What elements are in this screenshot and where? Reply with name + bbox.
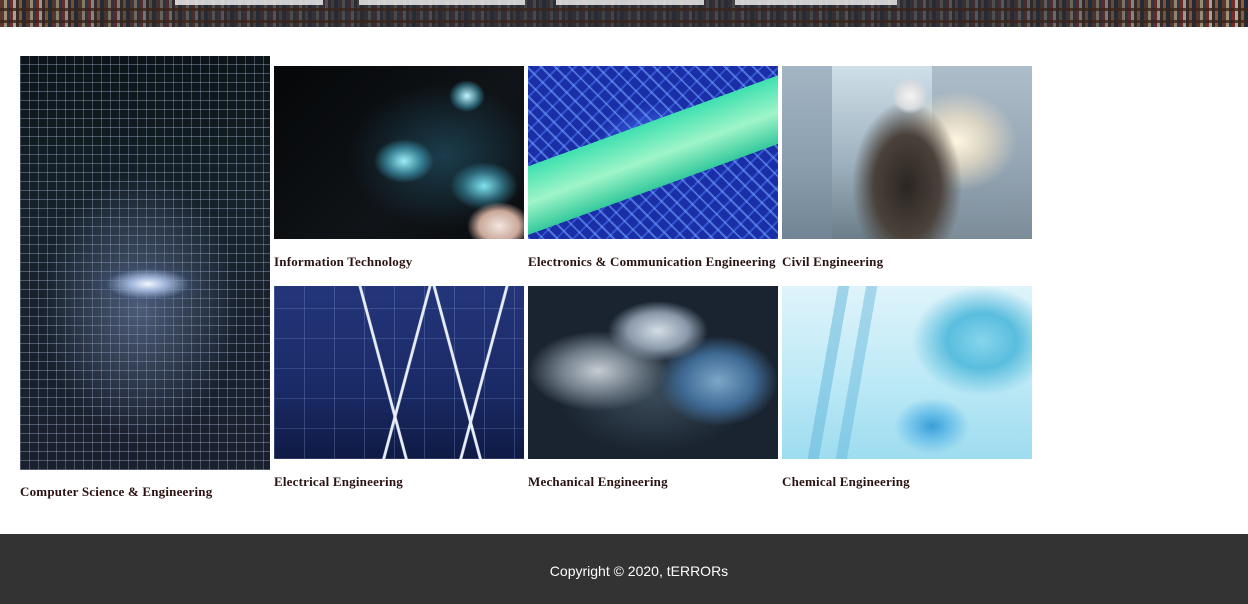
che-image[interactable] <box>782 286 1032 459</box>
department-label-civil[interactable]: Civil Engineering <box>782 254 883 270</box>
department-label-che[interactable]: Chemical Engineering <box>782 474 910 490</box>
footer: Copyright © 2020, tERRORs <box>0 534 1248 604</box>
department-card-ee[interactable]: Electrical Engineering <box>274 286 524 496</box>
department-label-it[interactable]: Information Technology <box>274 254 412 270</box>
ee-image[interactable] <box>274 286 524 459</box>
department-label-me[interactable]: Mechanical Engineering <box>528 474 668 490</box>
civil-image[interactable] <box>782 66 1032 239</box>
header-banner-image <box>0 0 1248 27</box>
department-card-ece[interactable]: Electronics & Communication Engineering <box>528 66 778 276</box>
department-label-ee[interactable]: Electrical Engineering <box>274 474 403 490</box>
cse-image[interactable] <box>20 56 270 470</box>
copyright-text: Copyright © 2020, tERRORs <box>549 563 729 579</box>
ece-image[interactable] <box>528 66 778 239</box>
department-label-cse[interactable]: Computer Science & Engineering <box>20 484 212 500</box>
me-image[interactable] <box>528 286 778 459</box>
nav-tab-1[interactable] <box>175 0 323 5</box>
department-card-cse[interactable]: Computer Science & Engineering <box>20 56 270 506</box>
it-image[interactable] <box>274 66 524 239</box>
department-card-civil[interactable]: Civil Engineering <box>782 66 1032 276</box>
department-label-ece[interactable]: Electronics & Communication Engineering <box>528 254 776 270</box>
department-card-it[interactable]: Information Technology <box>274 66 524 276</box>
department-card-me[interactable]: Mechanical Engineering <box>528 286 778 496</box>
department-card-che[interactable]: Chemical Engineering <box>782 286 1032 496</box>
nav-tab-4[interactable] <box>735 0 897 5</box>
nav-tab-3[interactable] <box>556 0 704 5</box>
nav-tab-2[interactable] <box>359 0 525 5</box>
footer-copyright: Copyright © 2020, tERRORs <box>0 563 1248 579</box>
